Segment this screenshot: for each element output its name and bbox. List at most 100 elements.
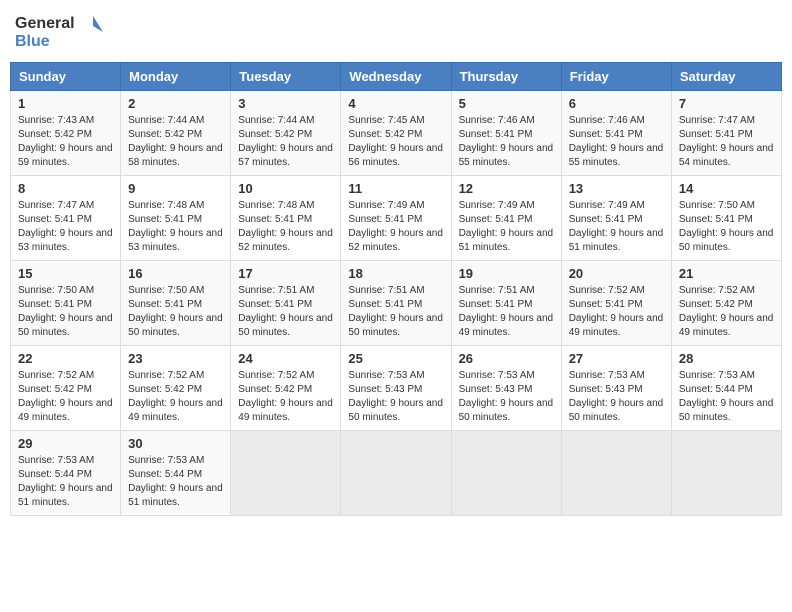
calendar-day-13: 13 Sunrise: 7:49 AM Sunset: 5:41 PM Dayl… <box>561 176 671 261</box>
day-info: Sunrise: 7:51 AM Sunset: 5:41 PM Dayligh… <box>459 284 554 340</box>
day-number: 2 <box>128 96 223 111</box>
day-info: Sunrise: 7:46 AM Sunset: 5:41 PM Dayligh… <box>459 114 554 170</box>
day-number: 25 <box>348 351 443 366</box>
day-number: 22 <box>18 351 113 366</box>
day-info: Sunrise: 7:44 AM Sunset: 5:42 PM Dayligh… <box>128 114 223 170</box>
empty-cell <box>341 431 451 516</box>
calendar-day-11: 11 Sunrise: 7:49 AM Sunset: 5:41 PM Dayl… <box>341 176 451 261</box>
weekday-header-thursday: Thursday <box>451 63 561 91</box>
day-number: 8 <box>18 181 113 196</box>
day-info: Sunrise: 7:53 AM Sunset: 5:44 PM Dayligh… <box>679 369 774 425</box>
logo: General Blue <box>15 10 105 54</box>
calendar-day-5: 5 Sunrise: 7:46 AM Sunset: 5:41 PM Dayli… <box>451 91 561 176</box>
day-info: Sunrise: 7:50 AM Sunset: 5:41 PM Dayligh… <box>128 284 223 340</box>
day-info: Sunrise: 7:47 AM Sunset: 5:41 PM Dayligh… <box>18 199 113 255</box>
day-info: Sunrise: 7:50 AM Sunset: 5:41 PM Dayligh… <box>18 284 113 340</box>
empty-cell <box>231 431 341 516</box>
calendar-day-4: 4 Sunrise: 7:45 AM Sunset: 5:42 PM Dayli… <box>341 91 451 176</box>
day-number: 4 <box>348 96 443 111</box>
day-info: Sunrise: 7:53 AM Sunset: 5:44 PM Dayligh… <box>128 454 223 510</box>
day-number: 10 <box>238 181 333 196</box>
calendar-day-24: 24 Sunrise: 7:52 AM Sunset: 5:42 PM Dayl… <box>231 346 341 431</box>
day-number: 24 <box>238 351 333 366</box>
weekday-header-sunday: Sunday <box>11 63 121 91</box>
calendar-day-7: 7 Sunrise: 7:47 AM Sunset: 5:41 PM Dayli… <box>671 91 781 176</box>
calendar-day-12: 12 Sunrise: 7:49 AM Sunset: 5:41 PM Dayl… <box>451 176 561 261</box>
day-info: Sunrise: 7:47 AM Sunset: 5:41 PM Dayligh… <box>679 114 774 170</box>
weekday-header-saturday: Saturday <box>671 63 781 91</box>
weekday-header-wednesday: Wednesday <box>341 63 451 91</box>
weekday-header-tuesday: Tuesday <box>231 63 341 91</box>
day-info: Sunrise: 7:49 AM Sunset: 5:41 PM Dayligh… <box>348 199 443 255</box>
day-number: 18 <box>348 266 443 281</box>
day-number: 28 <box>679 351 774 366</box>
day-info: Sunrise: 7:45 AM Sunset: 5:42 PM Dayligh… <box>348 114 443 170</box>
empty-cell <box>451 431 561 516</box>
day-number: 15 <box>18 266 113 281</box>
day-number: 19 <box>459 266 554 281</box>
day-info: Sunrise: 7:53 AM Sunset: 5:43 PM Dayligh… <box>569 369 664 425</box>
calendar-day-15: 15 Sunrise: 7:50 AM Sunset: 5:41 PM Dayl… <box>11 261 121 346</box>
day-number: 29 <box>18 436 113 451</box>
day-number: 13 <box>569 181 664 196</box>
day-number: 7 <box>679 96 774 111</box>
svg-text:General: General <box>15 15 75 32</box>
calendar-day-23: 23 Sunrise: 7:52 AM Sunset: 5:42 PM Dayl… <box>121 346 231 431</box>
day-info: Sunrise: 7:52 AM Sunset: 5:42 PM Dayligh… <box>18 369 113 425</box>
calendar-day-8: 8 Sunrise: 7:47 AM Sunset: 5:41 PM Dayli… <box>11 176 121 261</box>
day-number: 16 <box>128 266 223 281</box>
day-number: 1 <box>18 96 113 111</box>
day-number: 3 <box>238 96 333 111</box>
empty-cell <box>671 431 781 516</box>
day-number: 30 <box>128 436 223 451</box>
day-info: Sunrise: 7:48 AM Sunset: 5:41 PM Dayligh… <box>238 199 333 255</box>
day-number: 5 <box>459 96 554 111</box>
weekday-header-friday: Friday <box>561 63 671 91</box>
day-number: 20 <box>569 266 664 281</box>
day-info: Sunrise: 7:52 AM Sunset: 5:42 PM Dayligh… <box>679 284 774 340</box>
day-number: 14 <box>679 181 774 196</box>
day-info: Sunrise: 7:53 AM Sunset: 5:43 PM Dayligh… <box>348 369 443 425</box>
day-info: Sunrise: 7:53 AM Sunset: 5:43 PM Dayligh… <box>459 369 554 425</box>
day-info: Sunrise: 7:49 AM Sunset: 5:41 PM Dayligh… <box>569 199 664 255</box>
calendar-day-17: 17 Sunrise: 7:51 AM Sunset: 5:41 PM Dayl… <box>231 261 341 346</box>
day-number: 26 <box>459 351 554 366</box>
day-number: 27 <box>569 351 664 366</box>
day-info: Sunrise: 7:50 AM Sunset: 5:41 PM Dayligh… <box>679 199 774 255</box>
day-number: 11 <box>348 181 443 196</box>
calendar-day-27: 27 Sunrise: 7:53 AM Sunset: 5:43 PM Dayl… <box>561 346 671 431</box>
day-info: Sunrise: 7:52 AM Sunset: 5:41 PM Dayligh… <box>569 284 664 340</box>
day-number: 23 <box>128 351 223 366</box>
day-info: Sunrise: 7:51 AM Sunset: 5:41 PM Dayligh… <box>238 284 333 340</box>
calendar-day-25: 25 Sunrise: 7:53 AM Sunset: 5:43 PM Dayl… <box>341 346 451 431</box>
calendar-day-10: 10 Sunrise: 7:48 AM Sunset: 5:41 PM Dayl… <box>231 176 341 261</box>
calendar-day-16: 16 Sunrise: 7:50 AM Sunset: 5:41 PM Dayl… <box>121 261 231 346</box>
day-info: Sunrise: 7:44 AM Sunset: 5:42 PM Dayligh… <box>238 114 333 170</box>
day-info: Sunrise: 7:52 AM Sunset: 5:42 PM Dayligh… <box>238 369 333 425</box>
calendar: SundayMondayTuesdayWednesdayThursdayFrid… <box>10 62 782 516</box>
calendar-day-6: 6 Sunrise: 7:46 AM Sunset: 5:41 PM Dayli… <box>561 91 671 176</box>
calendar-day-2: 2 Sunrise: 7:44 AM Sunset: 5:42 PM Dayli… <box>121 91 231 176</box>
day-info: Sunrise: 7:49 AM Sunset: 5:41 PM Dayligh… <box>459 199 554 255</box>
day-info: Sunrise: 7:43 AM Sunset: 5:42 PM Dayligh… <box>18 114 113 170</box>
logo-svg: General Blue <box>15 10 105 54</box>
day-number: 6 <box>569 96 664 111</box>
calendar-day-19: 19 Sunrise: 7:51 AM Sunset: 5:41 PM Dayl… <box>451 261 561 346</box>
calendar-day-28: 28 Sunrise: 7:53 AM Sunset: 5:44 PM Dayl… <box>671 346 781 431</box>
calendar-day-22: 22 Sunrise: 7:52 AM Sunset: 5:42 PM Dayl… <box>11 346 121 431</box>
calendar-day-3: 3 Sunrise: 7:44 AM Sunset: 5:42 PM Dayli… <box>231 91 341 176</box>
calendar-day-29: 29 Sunrise: 7:53 AM Sunset: 5:44 PM Dayl… <box>11 431 121 516</box>
weekday-header-monday: Monday <box>121 63 231 91</box>
calendar-day-30: 30 Sunrise: 7:53 AM Sunset: 5:44 PM Dayl… <box>121 431 231 516</box>
empty-cell <box>561 431 671 516</box>
day-number: 17 <box>238 266 333 281</box>
calendar-day-20: 20 Sunrise: 7:52 AM Sunset: 5:41 PM Dayl… <box>561 261 671 346</box>
header: General Blue <box>10 10 782 54</box>
day-info: Sunrise: 7:53 AM Sunset: 5:44 PM Dayligh… <box>18 454 113 510</box>
day-info: Sunrise: 7:52 AM Sunset: 5:42 PM Dayligh… <box>128 369 223 425</box>
calendar-day-18: 18 Sunrise: 7:51 AM Sunset: 5:41 PM Dayl… <box>341 261 451 346</box>
day-info: Sunrise: 7:48 AM Sunset: 5:41 PM Dayligh… <box>128 199 223 255</box>
calendar-day-9: 9 Sunrise: 7:48 AM Sunset: 5:41 PM Dayli… <box>121 176 231 261</box>
calendar-day-21: 21 Sunrise: 7:52 AM Sunset: 5:42 PM Dayl… <box>671 261 781 346</box>
svg-text:Blue: Blue <box>15 33 50 50</box>
